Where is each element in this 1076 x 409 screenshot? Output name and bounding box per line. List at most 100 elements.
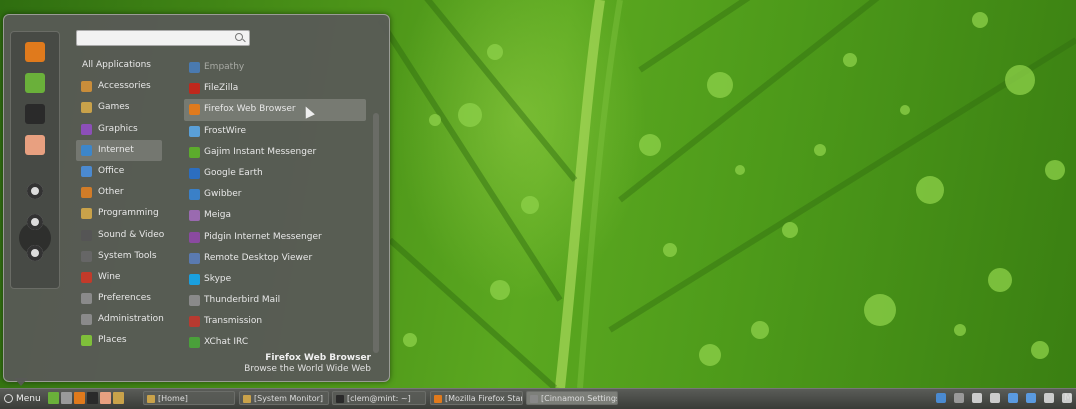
app-frostwire[interactable]: FrostWire <box>184 121 366 142</box>
menu-button[interactable]: Menu <box>2 391 45 407</box>
app-remote-desktop-viewer[interactable]: Remote Desktop Viewer <box>184 248 366 269</box>
category-sound-video[interactable]: Sound & Video <box>76 225 165 246</box>
search-tool-icon[interactable] <box>25 135 45 155</box>
app-description-title: Firefox Web Browser <box>265 353 371 363</box>
network-icon[interactable] <box>990 393 1000 403</box>
category-graphics[interactable]: Graphics <box>76 119 162 140</box>
app-filezilla[interactable]: FileZilla <box>184 78 366 99</box>
window-button-label: [clem@mint: ~] <box>347 394 411 403</box>
graphics-icon <box>81 123 92 135</box>
app-gajim-instant-messenger[interactable]: Gajim Instant Messenger <box>184 142 366 163</box>
category-games[interactable]: Games <box>76 97 162 118</box>
category-label: Administration <box>98 314 164 325</box>
window-button[interactable]: [System Monitor] <box>239 391 329 405</box>
office-icon <box>81 165 92 177</box>
app-label: Firefox Web Browser <box>204 104 296 115</box>
frostwire-icon <box>189 125 200 137</box>
window-button-label: [Home] <box>158 394 188 403</box>
window-button[interactable]: [Cinnamon Settings] <box>526 391 618 405</box>
window-button[interactable]: [Mozilla Firefox Start... <box>430 391 523 405</box>
category-label: Accessories <box>98 81 151 92</box>
launcher-text-editor-icon[interactable] <box>113 392 124 404</box>
pidgin-icon <box>189 231 200 243</box>
app-google-earth[interactable]: Google Earth <box>184 163 366 184</box>
category-wine[interactable]: Wine <box>76 267 162 288</box>
application-menu: All Applications Accessories Games Graphics… <box>3 14 390 382</box>
shield-icon[interactable] <box>1008 393 1018 403</box>
clock[interactable]: M <box>1064 391 1072 405</box>
system-monitor-icon <box>243 395 251 403</box>
gwibber-icon <box>189 189 200 201</box>
app-label: Google Earth <box>204 167 263 178</box>
terminal-icon[interactable] <box>25 104 45 124</box>
window-button[interactable]: [clem@mint: ~] <box>332 391 426 405</box>
category-label: All Applications <box>82 60 151 70</box>
app-xchat-irc[interactable]: XChat IRC <box>184 332 366 353</box>
app-transmission[interactable]: Transmission <box>184 311 366 332</box>
window-button[interactable]: [Home] <box>143 391 235 405</box>
app-label: Gajim Instant Messenger <box>204 146 317 157</box>
category-label: System Tools <box>98 250 157 261</box>
display-icon[interactable] <box>936 393 946 403</box>
application-list: Empathy FileZilla Firefox Web Browser Frost… <box>184 57 366 354</box>
accessories-icon <box>81 81 92 93</box>
meiga-icon <box>189 210 200 222</box>
launcher-terminal-icon[interactable] <box>87 392 98 404</box>
category-office[interactable]: Office <box>76 161 162 182</box>
system-tools-icon <box>81 250 92 262</box>
category-system-tools[interactable]: System Tools <box>76 246 162 267</box>
internet-icon <box>81 144 92 156</box>
lock-screen-icon[interactable] <box>27 183 43 199</box>
app-label: Pidgin Internet Messenger <box>204 231 322 242</box>
other-icon <box>81 187 92 199</box>
category-programming[interactable]: Programming <box>76 203 162 224</box>
app-skype[interactable]: Skype <box>184 269 366 290</box>
bottom-panel: Menu [Home] [System Monitor] [clem@mint: ~… <box>0 388 1076 409</box>
app-label: XChat IRC <box>204 337 249 348</box>
category-places[interactable]: Places <box>76 330 162 351</box>
app-firefox-web-browser[interactable]: Firefox Web Browser <box>184 99 366 121</box>
menu-button-label: Menu <box>16 394 41 404</box>
app-empathy[interactable]: Empathy <box>184 57 366 78</box>
app-thunderbird-mail[interactable]: Thunderbird Mail <box>184 290 366 311</box>
category-label: Internet <box>98 144 134 155</box>
favorites-panel <box>10 31 60 289</box>
launcher-file-manager-icon[interactable] <box>61 392 72 404</box>
category-administration[interactable]: Administration <box>76 309 164 330</box>
category-preferences[interactable]: Preferences <box>76 288 162 309</box>
bluetooth-icon[interactable] <box>1026 393 1036 403</box>
firefox-icon[interactable] <box>25 42 45 62</box>
software-manager-icon[interactable] <box>25 73 45 93</box>
launcher-show-desktop-icon[interactable] <box>48 392 59 404</box>
app-gwibber[interactable]: Gwibber <box>184 184 366 205</box>
window-button-label: [Cinnamon Settings] <box>541 394 618 403</box>
power-icon[interactable] <box>972 393 982 403</box>
category-internet[interactable]: Internet <box>76 139 162 161</box>
administration-icon <box>81 314 92 326</box>
logout-icon[interactable] <box>27 214 43 230</box>
skype-icon <box>189 273 200 285</box>
search-box[interactable] <box>76 30 250 46</box>
wifi-icon[interactable] <box>1044 393 1054 403</box>
launcher-search-tool-icon[interactable] <box>100 392 111 404</box>
trash-icon[interactable] <box>954 393 964 403</box>
app-pidgin-internet-messenger[interactable]: Pidgin Internet Messenger <box>184 227 366 248</box>
shutdown-icon[interactable] <box>27 245 43 261</box>
category-other[interactable]: Other <box>76 182 162 203</box>
category-label: Graphics <box>98 123 138 134</box>
folder-icon <box>147 395 155 403</box>
app-label: Skype <box>204 273 232 284</box>
google-earth-icon <box>189 167 200 179</box>
firefox-icon <box>434 395 442 403</box>
category-accessories[interactable]: Accessories <box>76 76 162 97</box>
app-meiga[interactable]: Meiga <box>184 205 366 226</box>
app-list-scrollbar[interactable] <box>373 113 379 353</box>
app-label: FileZilla <box>204 83 239 94</box>
launcher-firefox-icon[interactable] <box>74 392 85 404</box>
xchat-icon <box>189 337 200 349</box>
category-label: Sound & Video <box>98 229 165 240</box>
category-all-applications[interactable]: All Applications <box>76 55 162 76</box>
remote-desktop-icon <box>189 252 200 264</box>
search-input[interactable] <box>81 31 231 45</box>
sound-video-icon <box>81 229 92 241</box>
